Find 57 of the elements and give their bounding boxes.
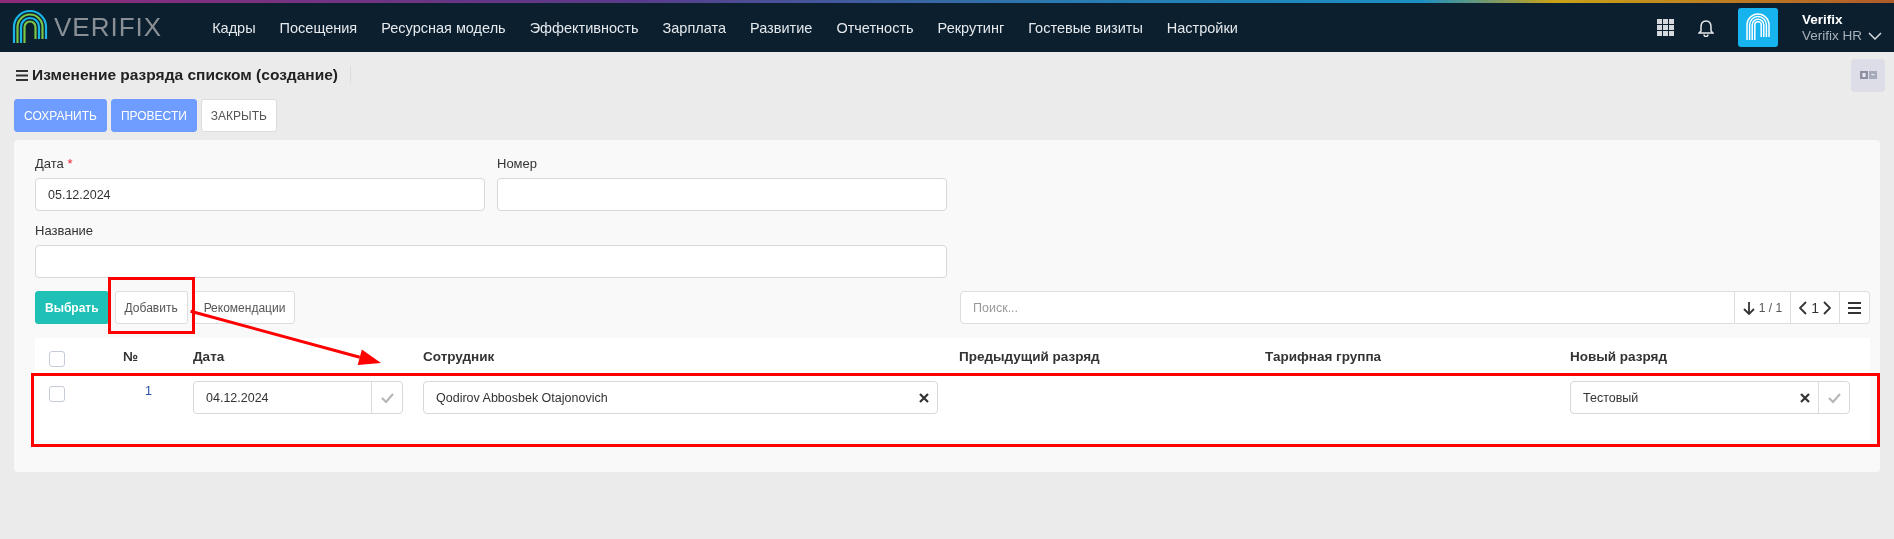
checkbox[interactable] bbox=[49, 350, 65, 367]
menu-item[interactable]: Зарплата bbox=[650, 19, 738, 36]
menu-item[interactable]: Настройки bbox=[1154, 19, 1250, 36]
bell-icon[interactable] bbox=[1698, 18, 1714, 37]
column-header: Дата bbox=[193, 349, 225, 364]
input-field[interactable]: 05.12.2024 bbox=[35, 178, 485, 211]
menu-icon[interactable] bbox=[1848, 301, 1861, 314]
employee-field[interactable]: Qodirov Abbosbek Otajonovich bbox=[423, 381, 938, 414]
avatar-tile[interactable] bbox=[1738, 8, 1778, 47]
translate-icon bbox=[1859, 71, 1877, 79]
chevron-left-icon[interactable] bbox=[1799, 300, 1808, 315]
field-label: Номер bbox=[497, 156, 537, 171]
menu-item[interactable]: Кадры bbox=[200, 19, 268, 36]
close-icon[interactable] bbox=[1800, 392, 1810, 403]
column-header: № bbox=[123, 349, 139, 364]
page-number: 1 bbox=[1811, 299, 1819, 316]
arrow-down-icon[interactable] bbox=[1742, 300, 1755, 315]
menu-button[interactable] bbox=[1840, 291, 1870, 324]
check-icon[interactable] bbox=[1827, 391, 1841, 404]
logo: VERIFIX bbox=[54, 12, 163, 43]
page-title: Изменение разряда списком (создание) bbox=[32, 66, 338, 84]
close-icon[interactable] bbox=[919, 392, 929, 403]
toolbar-button[interactable]: Добавить bbox=[114, 291, 188, 324]
chevron-right-icon[interactable] bbox=[1823, 300, 1831, 315]
apps-grid-icon[interactable] bbox=[1657, 19, 1674, 36]
toolbar-button[interactable]: Рекомендации bbox=[193, 291, 296, 324]
row-number: 1 bbox=[144, 383, 152, 398]
menu-item[interactable]: Развитие bbox=[738, 19, 825, 36]
chevron-down-icon[interactable] bbox=[1868, 31, 1882, 40]
column-header: Предыдущий разряд bbox=[959, 349, 1100, 364]
input-field[interactable] bbox=[35, 245, 947, 278]
organization-name: Verifix HR bbox=[1802, 27, 1862, 44]
menu-item[interactable]: Отчетность bbox=[824, 19, 926, 36]
menu-item[interactable]: Рекрутинг bbox=[925, 19, 1017, 36]
column-header: Тарифная группа bbox=[1265, 349, 1382, 364]
search-field[interactable]: Поиск... bbox=[960, 291, 1735, 324]
grade-field[interactable]: Тестовый bbox=[1570, 381, 1850, 414]
menu-icon[interactable] bbox=[16, 69, 28, 81]
sort-control[interactable]: 1 / 1 bbox=[1734, 291, 1792, 324]
menu-item[interactable]: Ресурсная модель bbox=[369, 19, 518, 36]
column-header: Сотрудник bbox=[423, 349, 495, 364]
fingerprint-icon bbox=[1746, 13, 1770, 42]
translate-button[interactable] bbox=[1851, 58, 1885, 92]
field-label: Дата * bbox=[35, 156, 73, 171]
check-icon[interactable] bbox=[380, 391, 394, 404]
record-count: 1 / 1 bbox=[1758, 300, 1783, 315]
field-label: Название bbox=[35, 223, 94, 238]
menu-item[interactable]: Гостевые визиты bbox=[1016, 19, 1155, 36]
column-header: Новый разряд bbox=[1570, 349, 1668, 364]
menu-item[interactable]: Посещения bbox=[267, 19, 370, 36]
action-button[interactable]: ЗАКРЫТЬ bbox=[200, 99, 277, 132]
pager[interactable]: 1 bbox=[1791, 291, 1840, 324]
user-name: Verifix bbox=[1802, 11, 1844, 28]
input-field[interactable] bbox=[497, 178, 947, 211]
checkbox[interactable] bbox=[49, 386, 65, 402]
menu-item[interactable]: Эффективность bbox=[517, 19, 651, 36]
date-field[interactable]: 04.12.2024 bbox=[193, 381, 403, 414]
